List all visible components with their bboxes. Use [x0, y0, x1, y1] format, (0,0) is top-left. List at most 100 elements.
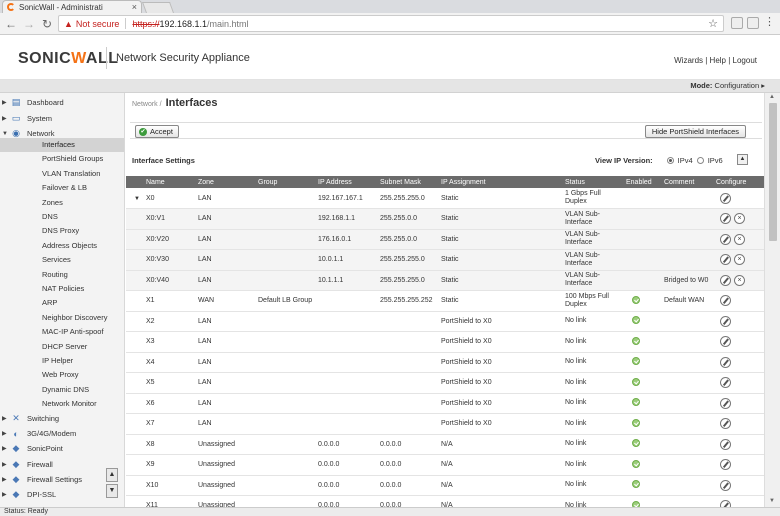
- bookmark-star-icon[interactable]: ☆: [708, 17, 718, 30]
- edit-pencil-icon[interactable]: [720, 500, 731, 507]
- chevron-right-icon[interactable]: ▶: [2, 476, 10, 483]
- table-row[interactable]: X0:V40 LAN 10.1.1.1 255.255.255.0 Static VLAN…: [126, 270, 764, 291]
- sidebar-subitem-mac-ip-anti-spoof[interactable]: MAC-IP Anti-spoof: [42, 325, 124, 339]
- edit-pencil-icon[interactable]: [720, 213, 731, 225]
- edit-pencil-icon[interactable]: [720, 192, 731, 204]
- sidebar-scroll-down-button[interactable]: ▼: [106, 484, 118, 498]
- sidebar-subitem-dns-proxy[interactable]: DNS Proxy: [42, 224, 124, 238]
- delete-icon[interactable]: ×: [734, 233, 745, 245]
- scroll-down-icon[interactable]: ▼: [769, 498, 775, 504]
- edit-pencil-icon[interactable]: [720, 356, 731, 368]
- table-row[interactable]: X3 LAN PortShield to X0 No link: [126, 331, 764, 353]
- table-row[interactable]: X0:V20 LAN 176.16.0.1 255.255.0.0 Static VLAN…: [126, 229, 764, 250]
- table-row[interactable]: X10 Unassigned 0.0.0.0 0.0.0.0 N/A No link: [126, 475, 764, 496]
- table-row[interactable]: X7 LAN PortShield to X0 No link: [126, 413, 764, 435]
- chevron-right-icon[interactable]: ▶: [2, 461, 10, 468]
- sidebar-item-sonicpoint[interactable]: ▶ ◆ SonicPoint: [0, 441, 124, 456]
- back-icon[interactable]: ←: [4, 17, 18, 31]
- column-header-ip-address[interactable]: IP Address: [314, 176, 376, 188]
- sidebar-subitem-failover-lb[interactable]: Failover & LB: [42, 181, 124, 195]
- address-bar[interactable]: ▲ Not secure https:// 192.168.1.1 /main.…: [58, 15, 724, 32]
- chevron-right-icon[interactable]: ▶: [2, 415, 10, 422]
- sidebar-subitem-arp[interactable]: ARP: [42, 296, 124, 310]
- sidebar-subitem-vlan-translation[interactable]: VLAN Translation: [42, 167, 124, 181]
- table-row[interactable]: X4 LAN PortShield to X0 No link: [126, 352, 764, 373]
- edit-pencil-icon[interactable]: [720, 377, 731, 389]
- sidebar-subitem-dhcp-server[interactable]: DHCP Server: [42, 340, 124, 354]
- collapse-section-button[interactable]: ▲: [737, 154, 748, 165]
- header-links[interactable]: Wizards | Help | Logout: [674, 56, 757, 65]
- edit-pencil-icon[interactable]: [720, 479, 731, 491]
- sidebar-subitem-address-objects[interactable]: Address Objects: [42, 239, 124, 253]
- table-row[interactable]: X11 Unassigned 0.0.0.0 0.0.0.0 N/A No link: [126, 495, 764, 507]
- edit-pencil-icon[interactable]: [720, 336, 731, 348]
- extension-icon[interactable]: [731, 17, 743, 29]
- delete-icon[interactable]: ×: [734, 274, 745, 286]
- sidebar-subitem-services[interactable]: Services: [42, 253, 124, 267]
- forward-icon[interactable]: →: [22, 17, 36, 31]
- table-row[interactable]: X5 LAN PortShield to X0 No link: [126, 372, 764, 394]
- chevron-right-icon[interactable]: ▶: [2, 99, 10, 106]
- sidebar-subitem-ip-helper[interactable]: IP Helper: [42, 354, 124, 368]
- edit-pencil-icon[interactable]: [720, 315, 731, 327]
- scroll-thumb[interactable]: [769, 103, 777, 241]
- sidebar-item-system[interactable]: ▶ ▭ System: [0, 111, 124, 126]
- column-header-status[interactable]: Status: [561, 176, 622, 188]
- sidebar-item-switching[interactable]: ▶ ✕ Switching: [0, 411, 124, 426]
- edit-pencil-icon[interactable]: [720, 459, 731, 471]
- edit-pencil-icon[interactable]: [720, 274, 731, 286]
- delete-icon[interactable]: ×: [734, 254, 745, 266]
- mode-value[interactable]: Configuration ▸: [715, 81, 765, 90]
- new-tab-button[interactable]: [141, 2, 175, 13]
- chevron-right-icon[interactable]: ▶: [2, 491, 10, 498]
- table-row[interactable]: ▼ X0 LAN 192.167.167.1 255.255.255.0 Static 1 …: [126, 188, 764, 209]
- edit-pencil-icon[interactable]: [720, 233, 731, 245]
- chevron-right-icon[interactable]: ▶: [2, 430, 10, 437]
- delete-icon[interactable]: ×: [734, 213, 745, 225]
- tab-close-icon[interactable]: ×: [132, 2, 137, 12]
- hide-portshield-button[interactable]: Hide PortShield Interfaces: [644, 125, 746, 138]
- chevron-right-icon[interactable]: ▶: [2, 115, 10, 122]
- ipv6-radio[interactable]: [696, 157, 704, 164]
- chevron-down-icon[interactable]: ▼: [2, 131, 10, 137]
- edit-pencil-icon[interactable]: [720, 254, 731, 266]
- sidebar-subitem-nat-policies[interactable]: NAT Policies: [42, 282, 124, 296]
- ipv4-radio[interactable]: [666, 157, 674, 164]
- column-header-configure[interactable]: Configure: [712, 176, 764, 188]
- extension-icon[interactable]: [747, 17, 759, 29]
- page-scrollbar[interactable]: ▲ ▼: [764, 93, 780, 507]
- edit-pencil-icon[interactable]: [720, 295, 731, 307]
- column-header-comment[interactable]: Comment: [660, 176, 712, 188]
- not-secure-label[interactable]: Not secure: [76, 19, 120, 29]
- sidebar-subitem-routing[interactable]: Routing: [42, 268, 124, 282]
- column-header-ip-assignment[interactable]: IP Assignment: [437, 176, 561, 188]
- column-header-name[interactable]: Name: [126, 176, 194, 188]
- sidebar-subitem-network-monitor[interactable]: Network Monitor: [42, 397, 124, 411]
- table-row[interactable]: X2 LAN PortShield to X0 No link: [126, 311, 764, 332]
- sidebar-subitem-dns[interactable]: DNS: [42, 210, 124, 224]
- sidebar-scroll-up-button[interactable]: ▲: [106, 468, 118, 482]
- accept-button[interactable]: ✔ Accept: [135, 125, 179, 138]
- sidebar-subitem-dynamic-dns[interactable]: Dynamic DNS: [42, 383, 124, 397]
- edit-pencil-icon[interactable]: [720, 418, 731, 430]
- table-row[interactable]: X1 WAN Default LB Group 255.255.255.252 Stat…: [126, 290, 764, 312]
- sidebar-subitem-portshield-groups[interactable]: PortShield Groups: [42, 152, 124, 166]
- column-header-group[interactable]: Group: [254, 176, 314, 188]
- table-row[interactable]: X9 Unassigned 0.0.0.0 0.0.0.0 N/A No link: [126, 454, 764, 476]
- table-row[interactable]: X8 Unassigned 0.0.0.0 0.0.0.0 N/A No link: [126, 434, 764, 455]
- sidebar-item-dashboard[interactable]: ▶ ▤ Dashboard: [0, 95, 124, 110]
- column-header-zone[interactable]: Zone: [194, 176, 254, 188]
- table-row[interactable]: X6 LAN PortShield to X0 No link: [126, 393, 764, 414]
- sidebar-subitem-zones[interactable]: Zones: [42, 196, 124, 210]
- table-row[interactable]: X0:V30 LAN 10.0.1.1 255.255.255.0 Static VLAN…: [126, 249, 764, 271]
- sidebar-subitem-interfaces[interactable]: Interfaces: [0, 138, 124, 152]
- sidebar-subitem-neighbor-discovery[interactable]: Neighbor Discovery: [42, 311, 124, 325]
- scroll-up-icon[interactable]: ▲: [769, 94, 775, 100]
- table-row[interactable]: X0:V1 LAN 192.168.1.1 255.255.0.0 Static VLAN…: [126, 208, 764, 230]
- browser-menu-icon[interactable]: ⋮: [764, 15, 775, 28]
- browser-tab[interactable]: SonicWall - Administrati ×: [2, 0, 142, 13]
- breadcrumb-parent[interactable]: Network /: [132, 101, 162, 108]
- edit-pencil-icon[interactable]: [720, 397, 731, 409]
- column-header-enabled[interactable]: Enabled: [622, 176, 660, 188]
- reload-icon[interactable]: ↻: [40, 17, 54, 31]
